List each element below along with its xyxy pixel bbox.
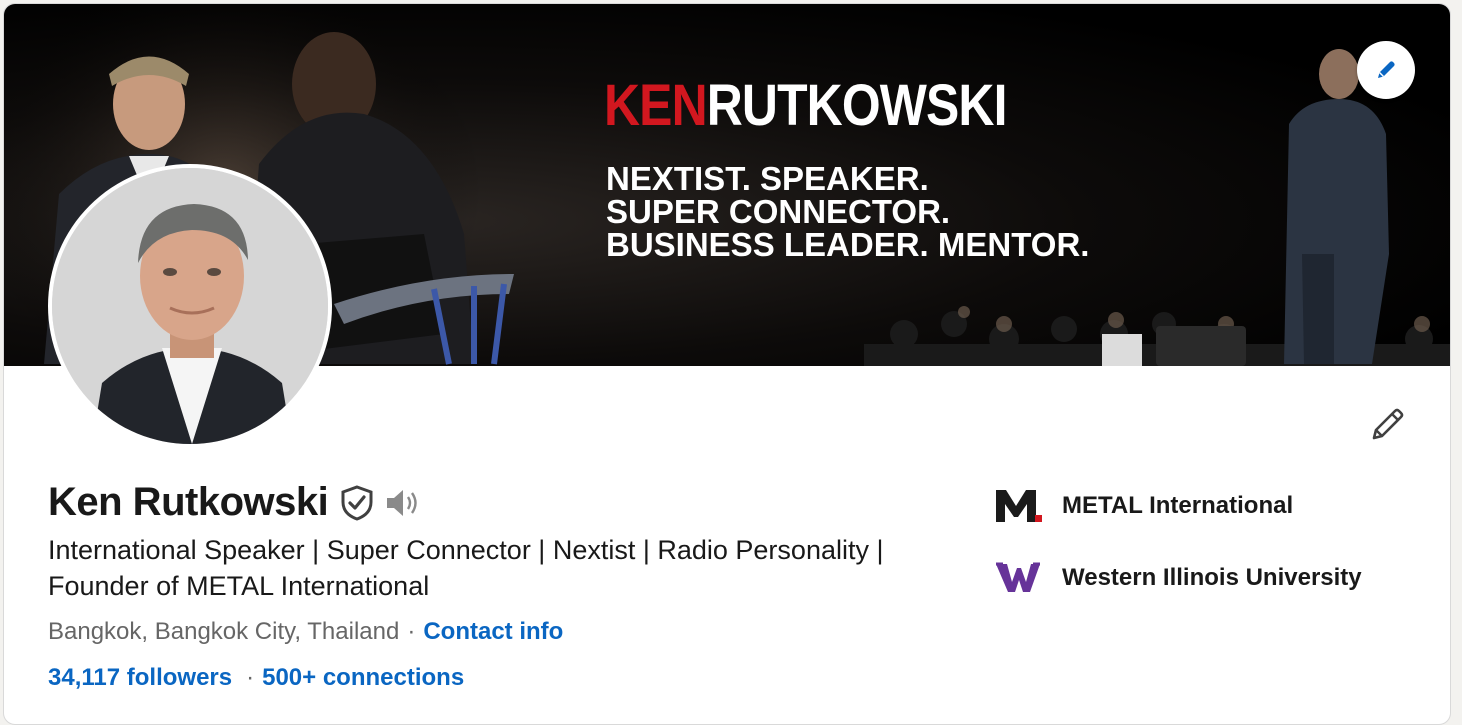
- verified-badge[interactable]: [340, 484, 374, 521]
- org-name: Western Illinois University: [1062, 564, 1362, 591]
- edit-profile-button[interactable]: [1366, 404, 1408, 446]
- avatar: [52, 168, 328, 444]
- speaker-icon: [387, 489, 417, 516]
- separator-dot: ·: [407, 618, 416, 645]
- edit-banner-button[interactable]: [1357, 41, 1415, 99]
- name-pronunciation-button[interactable]: [384, 486, 424, 520]
- pencil-icon: [1378, 61, 1395, 78]
- connections-link[interactable]: 500+ connections: [262, 664, 464, 692]
- metal-logo-image: [996, 490, 1042, 522]
- wiu-logo-image: [996, 562, 1040, 592]
- name-row: Ken Rutkowski: [48, 480, 424, 525]
- org-item-metal-international[interactable]: METAL International: [994, 482, 1362, 530]
- banner-tagline: SUPER CONNECTOR.: [606, 193, 951, 230]
- profile-card: KENRUTKOWSKI NEXTIST. SPEAKER. SUPER CON…: [3, 3, 1451, 725]
- org-name: METAL International: [1062, 492, 1294, 519]
- followers-link[interactable]: 34,117 followers: [48, 664, 232, 692]
- banner-tagline: BUSINESS LEADER. MENTOR.: [606, 226, 1090, 263]
- profile-headline: International Speaker | Super Connector …: [48, 535, 884, 601]
- banner-taglines: NEXTIST. SPEAKER. SUPER CONNECTOR. BUSIN…: [606, 162, 1089, 261]
- avatar-image: [52, 168, 328, 444]
- banner-tagline: NEXTIST. SPEAKER.: [606, 160, 929, 197]
- profile-photo[interactable]: [48, 164, 332, 448]
- banner-title: KENRUTKOWSKI: [604, 74, 1007, 138]
- separator-dot: ·: [246, 664, 255, 691]
- profile-location: Bangkok, Bangkok City, Thailand: [48, 618, 400, 645]
- location-row: Bangkok, Bangkok City, Thailand · Contac…: [48, 618, 563, 646]
- network-row: 34,117 followers · 500+ connections: [48, 664, 464, 692]
- profile-name: Ken Rutkowski: [48, 480, 329, 524]
- contact-info-link[interactable]: Contact info: [423, 618, 563, 646]
- pencil-icon: [1372, 408, 1404, 440]
- banner-title-first: KEN: [604, 73, 708, 138]
- metal-logo-icon: [994, 482, 1044, 530]
- org-item-western-illinois-university[interactable]: Western Illinois University: [994, 554, 1362, 602]
- wiu-logo-icon: [994, 554, 1044, 602]
- organizations-list: METAL International Western Illinois Uni…: [994, 482, 1362, 626]
- shield-check-icon: [341, 484, 373, 521]
- banner-title-last: RUTKOWSKI: [706, 73, 1008, 138]
